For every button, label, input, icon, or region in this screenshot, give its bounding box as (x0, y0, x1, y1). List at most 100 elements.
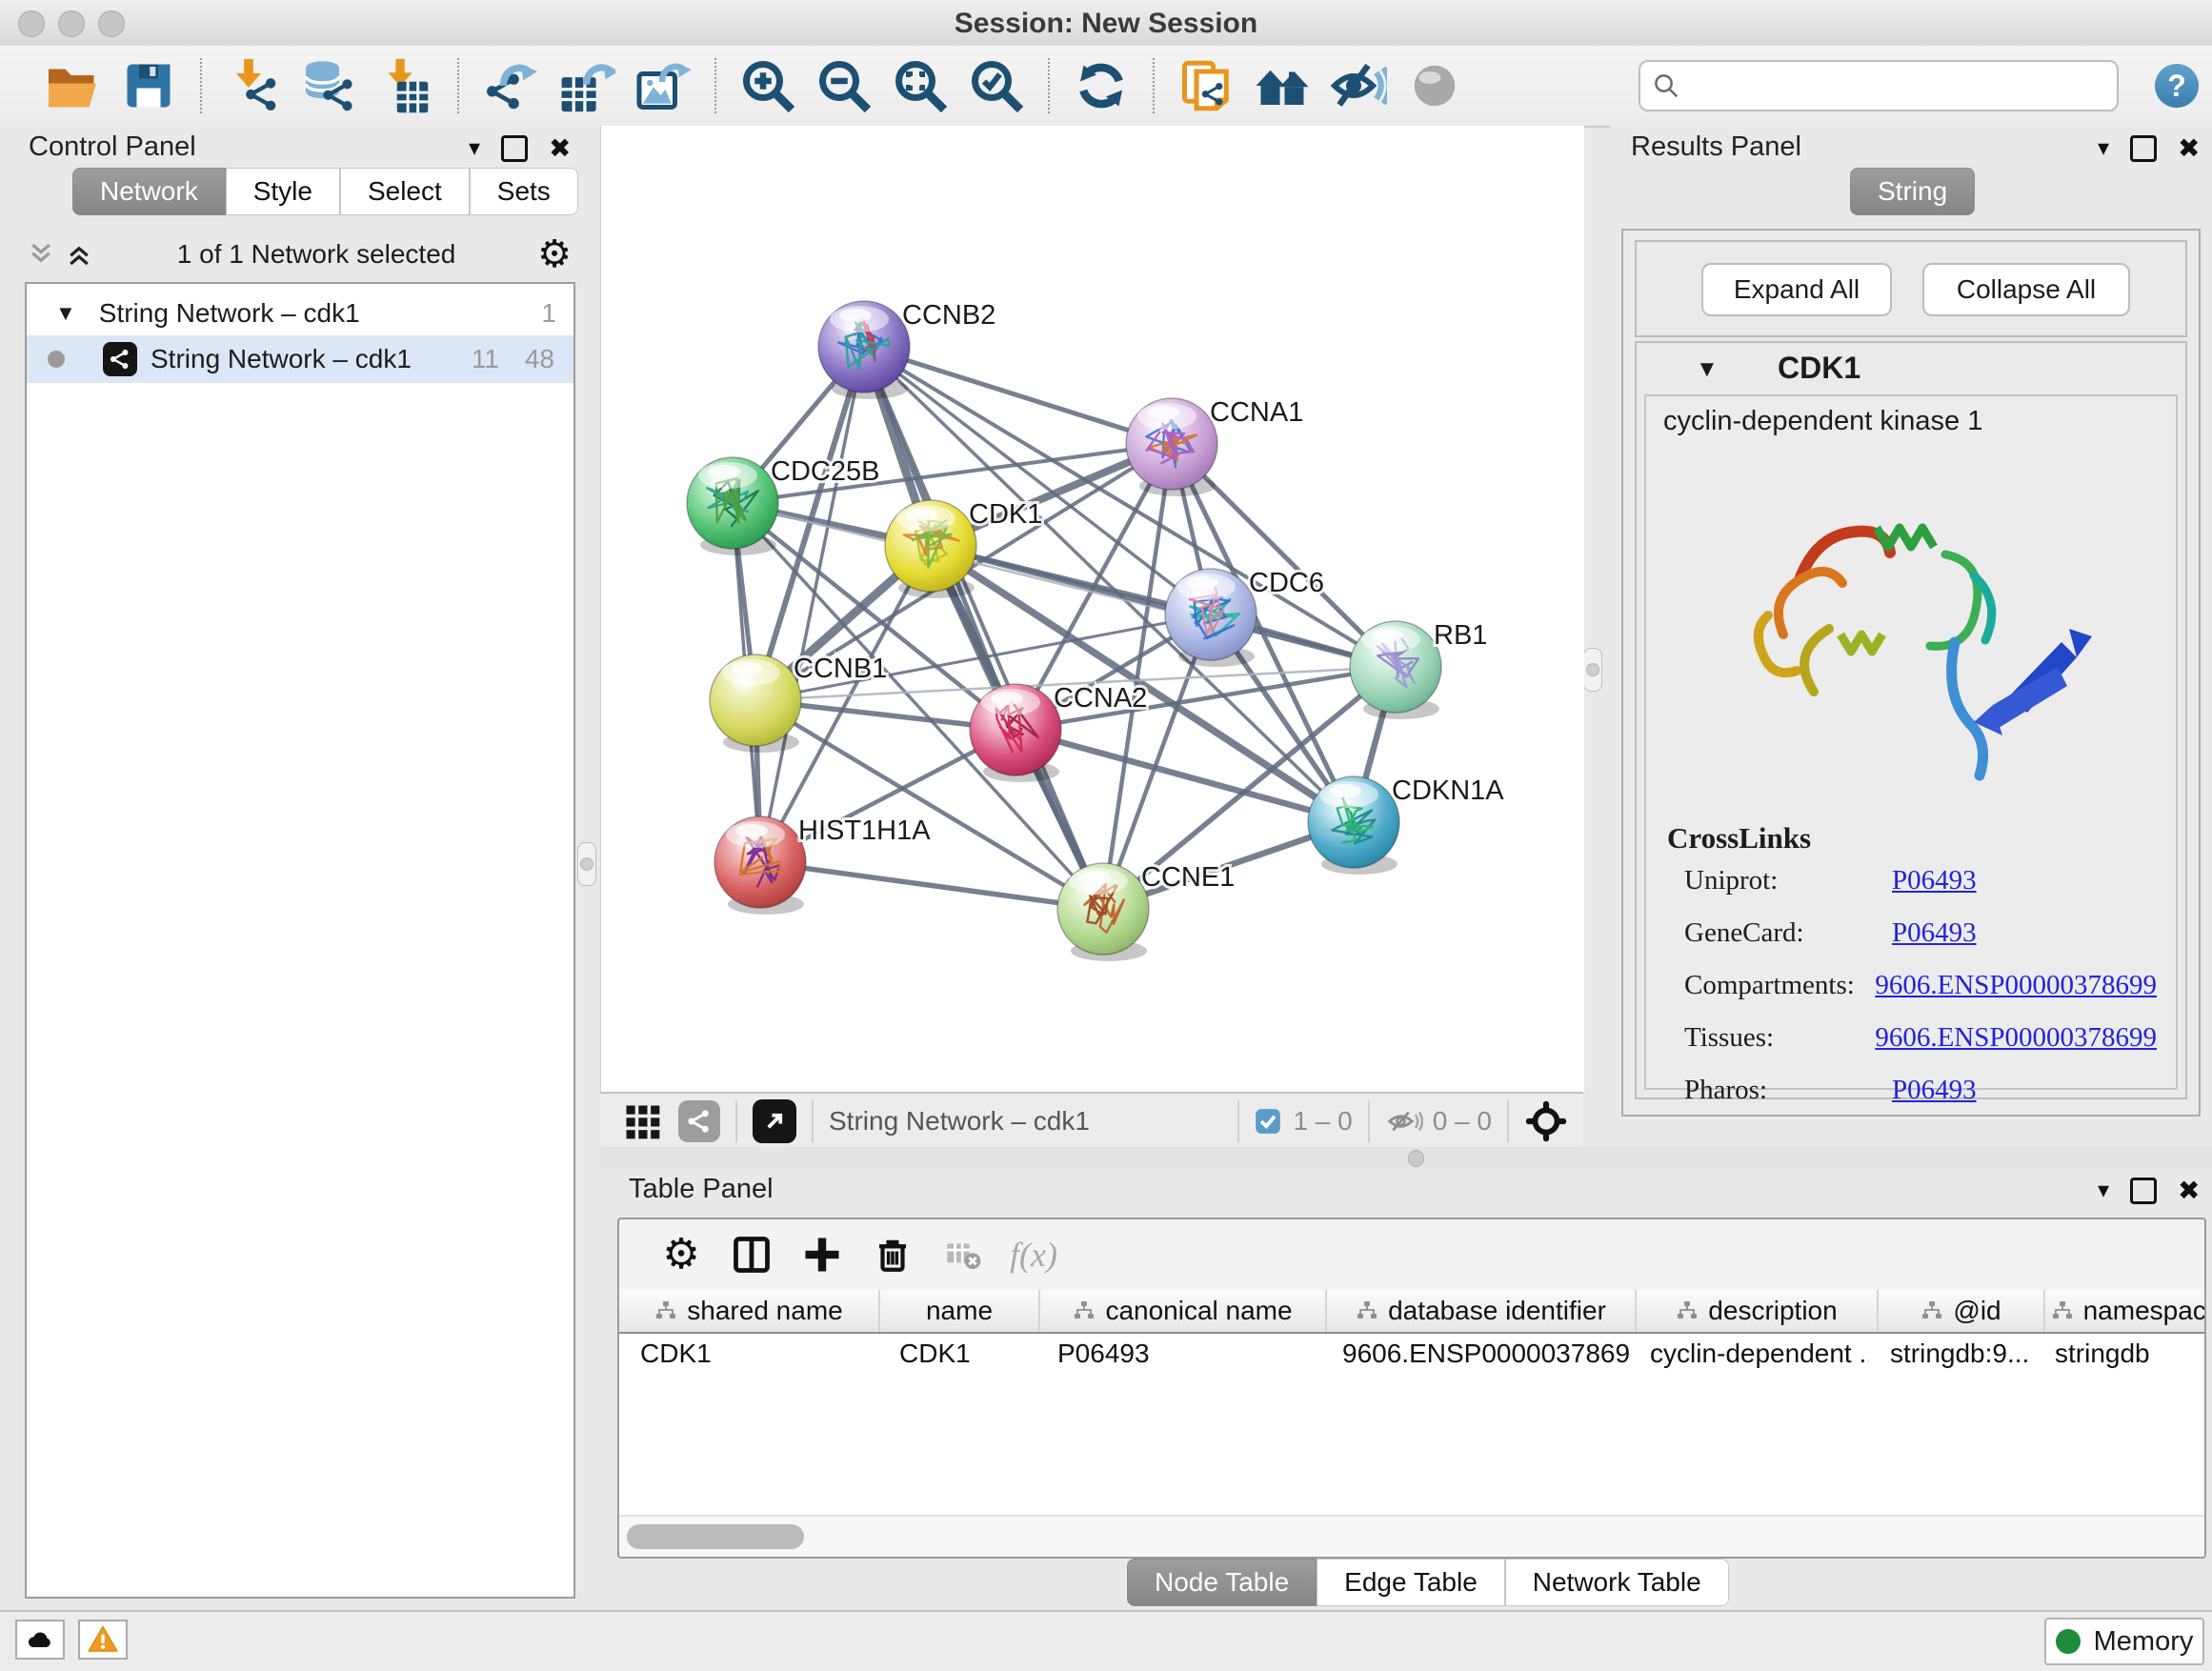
network-view-canvas[interactable]: CCNB2CCNA1CDC25BCDK1CDC6RB1CCNB1CCNA2CDK… (600, 126, 1584, 1092)
search-input[interactable] (1688, 66, 2117, 106)
network-collection-row[interactable]: ▼ String Network – cdk1 1 (27, 292, 573, 335)
column-network-icon (2051, 1299, 2074, 1322)
show-columns-icon[interactable] (716, 1226, 787, 1283)
fit-selected-crosshair-icon[interactable] (1524, 1099, 1568, 1143)
splitter-knob[interactable] (1408, 1150, 1424, 1167)
collection-expander-icon[interactable]: ▼ (55, 301, 76, 326)
show-all-panels-icon (1406, 57, 1463, 114)
crosslink-value-link[interactable]: P06493 (1892, 865, 1977, 896)
column-header-shared-name[interactable]: shared name (619, 1290, 880, 1332)
expand-all-button[interactable]: Expand All (1701, 263, 1892, 316)
zoom-in-button[interactable] (730, 54, 806, 117)
tab-select[interactable]: Select (340, 168, 470, 215)
network-node-CCNA1[interactable] (1126, 398, 1217, 496)
network-edge-count: 48 (525, 344, 554, 374)
grid-view-icon[interactable] (621, 1100, 663, 1142)
table-panel-dropdown-icon[interactable]: ▾ (2098, 1179, 2109, 1202)
table-panel-close-button[interactable]: ✖ (2178, 1178, 2200, 1204)
add-column-icon[interactable] (787, 1226, 857, 1283)
right-splitter-handle[interactable] (1583, 648, 1602, 692)
network-node-CCNB1[interactable] (710, 654, 801, 753)
tab-network-table[interactable]: Network Table (1505, 1559, 1729, 1606)
scrollbar-thumb[interactable] (627, 1524, 804, 1549)
control-panel-close-button[interactable]: ✖ (549, 135, 571, 162)
export-table-to-file-button[interactable] (549, 54, 625, 117)
crosslink-value-link[interactable]: P06493 (1892, 1075, 1977, 1106)
zoom-fit-content-button[interactable] (882, 54, 958, 117)
memory-button[interactable]: Memory (2044, 1618, 2204, 1665)
network-node-HIST1H1A[interactable] (714, 816, 806, 915)
open-session-button[interactable] (34, 54, 111, 117)
network-node-CDK1[interactable] (885, 500, 976, 598)
table-cell: cyclin-dependent ... (1629, 1339, 1869, 1369)
network-list-gear-icon[interactable]: ⚙ (537, 235, 572, 273)
network-row-selected[interactable]: String Network – cdk1 11 48 (27, 335, 573, 383)
left-splitter-handle[interactable] (577, 842, 596, 886)
help-button[interactable]: ? (2155, 64, 2199, 108)
crosslink-value-link[interactable]: P06493 (1892, 917, 1977, 949)
column-header-name[interactable]: name (880, 1290, 1040, 1332)
network-node-RB1[interactable] (1350, 621, 1441, 719)
entry-expander-icon[interactable]: ▼ (1696, 356, 1719, 383)
zoom-selected-region-button[interactable] (958, 54, 1035, 117)
network-node-count: 11 (472, 344, 499, 374)
tab-string[interactable]: String (1850, 168, 1975, 215)
collapse-all-button[interactable]: Collapse All (1922, 263, 2130, 316)
results-panel-dropdown-icon[interactable]: ▾ (2098, 137, 2109, 160)
clone-network-button[interactable] (1168, 54, 1244, 117)
control-panel-dropdown-icon[interactable]: ▾ (469, 137, 480, 160)
zoom-out-button[interactable] (806, 54, 882, 117)
delete-column-trash-icon[interactable] (857, 1226, 928, 1283)
return-to-home-button[interactable] (1244, 54, 1320, 117)
expand-all-chevron-icon[interactable] (25, 240, 57, 269)
table-panel-float-button[interactable] (2130, 1178, 2157, 1204)
hidden-eye-icon (1385, 1107, 1423, 1136)
show-all-panels-button[interactable] (1397, 54, 1473, 117)
node-label-CCNE1: CCNE1 (1141, 862, 1235, 893)
import-network-from-file-button[interactable] (215, 54, 292, 117)
crosslink-value-link[interactable]: 9606.ENSP00000378699 (1875, 1022, 2157, 1054)
import-table-from-file-icon (377, 57, 434, 114)
clone-network-icon (1177, 57, 1235, 114)
search-field[interactable] (1639, 60, 2119, 111)
collapse-all-chevron-icon[interactable] (63, 240, 95, 269)
string-view-icon[interactable] (678, 1100, 720, 1142)
tab-edge-table[interactable]: Edge Table (1317, 1559, 1505, 1606)
import-network-from-database-button[interactable] (292, 54, 368, 117)
export-image-icon (634, 57, 692, 114)
hide-all-panels-icon (1330, 57, 1387, 114)
warning-status-button[interactable] (78, 1620, 128, 1660)
tab-network[interactable]: Network (72, 168, 226, 215)
results-panel-close-button[interactable]: ✖ (2178, 135, 2200, 162)
table-horizontal-scrollbar[interactable] (619, 1515, 2204, 1557)
column-header-description[interactable]: description (1637, 1290, 1879, 1332)
toolbar-separator (1153, 58, 1155, 113)
save-session-button[interactable] (111, 54, 187, 117)
results-panel-float-button[interactable] (2130, 135, 2157, 162)
import-table-from-file-button[interactable] (368, 54, 444, 117)
export-image-button[interactable] (625, 54, 701, 117)
network-node-CCNE1[interactable] (1057, 863, 1149, 961)
crosslinks-list: Uniprot:P06493GeneCard:P06493Compartment… (1684, 865, 2157, 1127)
export-network-to-file-button[interactable] (473, 54, 549, 117)
column-header-canonical-name[interactable]: canonical name (1040, 1290, 1327, 1332)
column-header--id[interactable]: @id (1879, 1290, 2045, 1332)
column-header-database-identifier[interactable]: database identifier (1327, 1290, 1637, 1332)
table-settings-gear-icon[interactable]: ⚙ (646, 1226, 716, 1283)
crosslink-value-link[interactable]: 9606.ENSP00000378699 (1875, 970, 2157, 1001)
tab-style[interactable]: Style (226, 168, 340, 215)
tab-sets[interactable]: Sets (470, 168, 578, 215)
control-panel-float-button[interactable] (501, 135, 528, 162)
horizontal-splitter[interactable] (600, 1147, 2212, 1168)
cloud-status-button[interactable] (15, 1620, 65, 1660)
network-node-CCNA2[interactable] (970, 684, 1061, 782)
selected-checkbox-icon[interactable] (1255, 1108, 1281, 1135)
network-node-CDKN1A[interactable] (1308, 776, 1399, 875)
network-node-CDC25B[interactable] (687, 457, 778, 555)
birdseye-view-icon[interactable] (753, 1099, 796, 1143)
tab-node-table[interactable]: Node Table (1127, 1559, 1317, 1606)
column-header-namespace[interactable]: namespace (2045, 1290, 2204, 1332)
hide-all-panels-button[interactable] (1320, 54, 1397, 117)
refresh-network-view-button[interactable] (1063, 54, 1139, 117)
table-row[interactable]: CDK1CDK1P064939606.ENSP00000378699cyclin… (619, 1334, 2204, 1374)
